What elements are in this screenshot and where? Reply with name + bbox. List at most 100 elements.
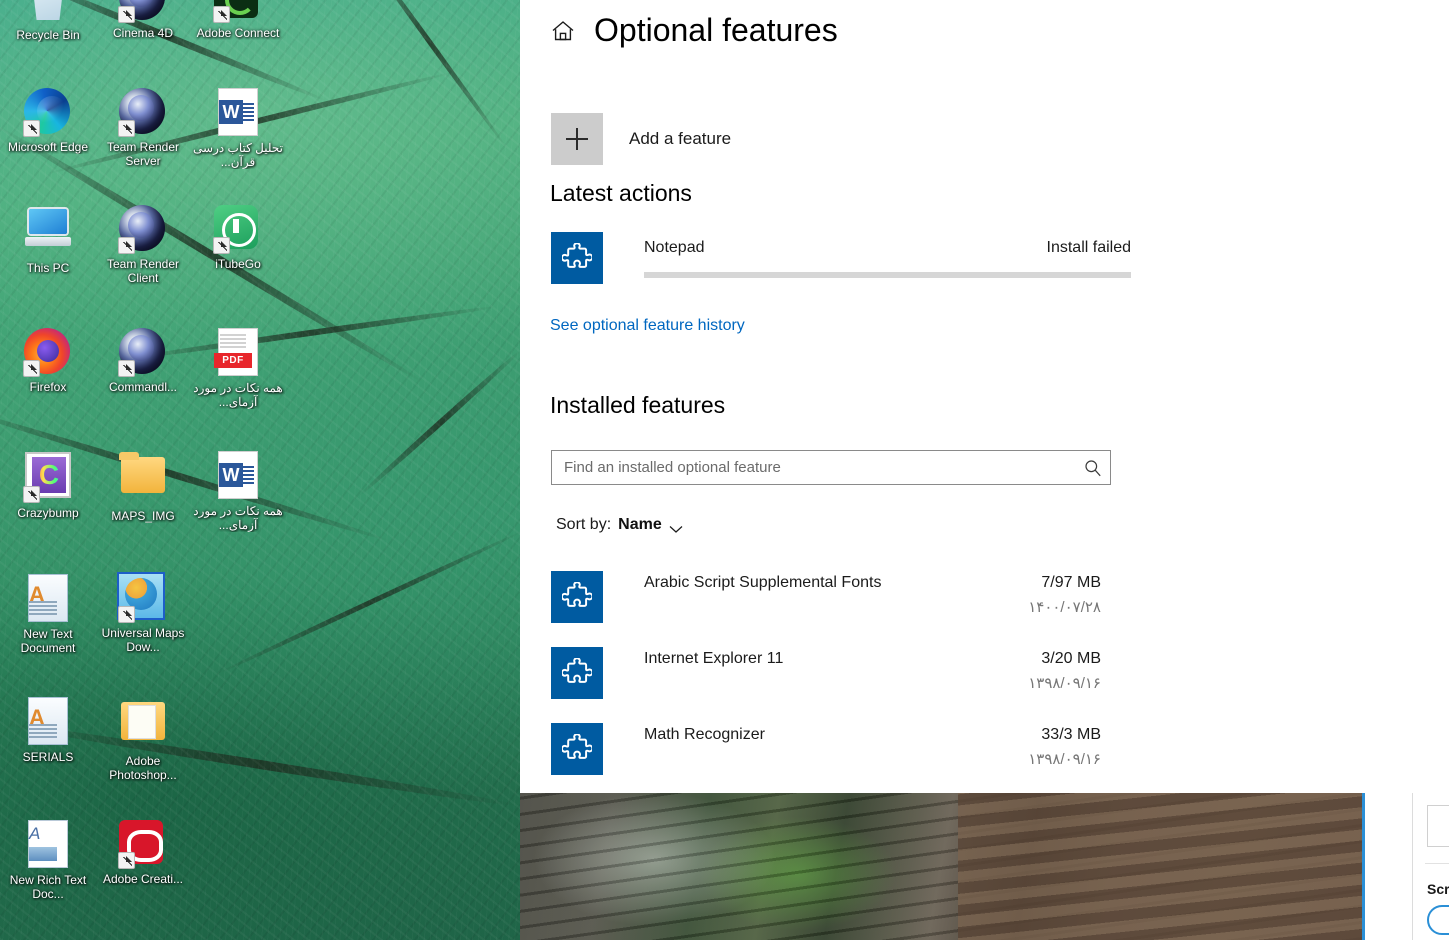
desktop-icon-label: همه نکات در مورد آزمای... bbox=[193, 381, 283, 409]
text-document-icon bbox=[24, 698, 72, 746]
desktop-icon-label: تحلیل کتاب درسی قرآن... bbox=[193, 141, 283, 169]
feature-name: Internet Explorer 11 bbox=[644, 650, 784, 667]
sort-by-label: Sort by: bbox=[556, 516, 612, 533]
installed-features-heading: Installed features bbox=[550, 392, 726, 418]
latest-action-status: Install failed bbox=[1046, 239, 1132, 256]
see-optional-feature-history-link[interactable]: See optional feature history bbox=[550, 317, 745, 335]
desktop-icon-adobe-connect[interactable]: Adobe Connect bbox=[190, 0, 286, 40]
panel-section-label: Scr bbox=[1427, 881, 1449, 897]
desktop-icon-label: Universal Maps Dow... bbox=[101, 626, 185, 654]
add-a-feature-button[interactable]: Add a feature bbox=[551, 113, 731, 165]
puzzle-piece-icon bbox=[551, 232, 603, 284]
itubego-icon bbox=[213, 205, 262, 254]
page-header: Optional features bbox=[550, 12, 838, 49]
desktop-icon-maps-img[interactable]: MAPS_IMG bbox=[95, 451, 191, 523]
puzzle-piece-glyph bbox=[562, 243, 592, 268]
desktop-icon-label: Cinema 4D bbox=[112, 26, 174, 40]
sort-by-control[interactable]: Sort by: Name bbox=[556, 516, 683, 534]
desktop-icon-team-render-server[interactable]: Team Render Server bbox=[95, 88, 191, 168]
desktop-icon-recycle-bin[interactable]: Recycle Bin bbox=[0, 0, 96, 42]
desktop-icon-label: Crazybump bbox=[17, 506, 79, 520]
desktop-icon-label: This PC bbox=[26, 261, 70, 275]
desktop-icon-this-pc[interactable]: This PC bbox=[0, 205, 96, 275]
screen: ⤓ Scr Recycle Bin Cinema 4D Adobe Connec… bbox=[0, 0, 1449, 940]
puzzle-piece-glyph bbox=[562, 734, 592, 759]
desktop-icon-notes-word-doc[interactable]: همه نکات در مورد آزمای... bbox=[190, 451, 286, 532]
puzzle-piece-icon bbox=[551, 723, 603, 775]
desktop-icon-label: Commandl... bbox=[108, 380, 178, 394]
adobe-connect-icon bbox=[213, 0, 262, 23]
microsoft-edge-icon bbox=[23, 88, 72, 137]
puzzle-piece-icon bbox=[551, 571, 603, 623]
shortcut-overlay-icon bbox=[213, 237, 230, 254]
pdf-document-icon bbox=[214, 329, 262, 377]
desktop-icon-serials[interactable]: SERIALS bbox=[0, 697, 96, 764]
desktop-icon-notes-pdf[interactable]: همه نکات در مورد آزمای... bbox=[190, 328, 286, 409]
recycle-bin-icon bbox=[24, 0, 72, 24]
page-title: Optional features bbox=[594, 12, 838, 48]
desktop-icon-label: Adobe Creati... bbox=[102, 872, 184, 886]
crazybump-icon bbox=[23, 454, 72, 503]
desktop-icon-label: Recycle Bin bbox=[16, 28, 80, 42]
desktop-icon-label: Microsoft Edge bbox=[7, 140, 89, 154]
desktop-icon-team-render-client[interactable]: Team Render Client bbox=[95, 205, 191, 285]
search-icon[interactable] bbox=[1076, 451, 1110, 484]
feature-install-date: ۱۳۹۸/۰۹/۱۶ bbox=[1028, 751, 1101, 768]
desktop-icon-label: Adobe Photoshop... bbox=[109, 754, 177, 782]
word-document-icon bbox=[214, 452, 262, 500]
background-window-blank-column bbox=[1365, 793, 1412, 940]
desktop-icon-label: SERIALS bbox=[22, 750, 74, 764]
list-item[interactable]: Arabic Script Supplemental Fonts 7/97 MB… bbox=[551, 565, 1111, 641]
shortcut-overlay-icon bbox=[23, 486, 40, 503]
download-icon[interactable]: ⤓ bbox=[1427, 805, 1449, 847]
search-input[interactable] bbox=[552, 451, 1076, 484]
shortcut-overlay-icon bbox=[118, 852, 135, 869]
desktop-icon-new-rich-text-document[interactable]: New Rich Text Doc... bbox=[0, 820, 96, 901]
feature-name: Math Recognizer bbox=[644, 726, 765, 743]
list-item[interactable]: Math Recognizer 33/3 MB ۱۳۹۸/۰۹/۱۶ bbox=[551, 717, 1111, 793]
desktop-icon-label: همه نکات در مورد آزمای... bbox=[193, 504, 283, 532]
puzzle-piece-icon bbox=[551, 647, 603, 699]
panel-toggle[interactable] bbox=[1427, 905, 1449, 935]
this-pc-icon bbox=[24, 209, 72, 257]
search-box[interactable] bbox=[551, 450, 1111, 485]
list-item[interactable]: Internet Explorer 11 3/20 MB ۱۳۹۸/۰۹/۱۶ bbox=[551, 641, 1111, 717]
desktop-icon-crazybump[interactable]: Crazybump bbox=[0, 451, 96, 520]
shortcut-overlay-icon bbox=[118, 120, 135, 137]
cinema4d-icon bbox=[118, 0, 167, 23]
feature-name: Arabic Script Supplemental Fonts bbox=[644, 574, 882, 591]
desktop-icon-microsoft-edge[interactable]: Microsoft Edge bbox=[0, 88, 96, 154]
desktop-icon-label: Team Render Client bbox=[106, 257, 180, 285]
chevron-down-icon[interactable] bbox=[669, 521, 683, 533]
shortcut-overlay-icon bbox=[23, 360, 40, 377]
feature-size: 33/3 MB bbox=[1041, 726, 1101, 743]
feature-size: 3/20 MB bbox=[1041, 650, 1101, 667]
word-document-icon bbox=[214, 89, 262, 137]
desktop-icon-new-text-document[interactable]: New Text Document bbox=[0, 574, 96, 655]
desktop-icon-label: New Text Document bbox=[20, 627, 76, 655]
shortcut-overlay-icon bbox=[213, 6, 230, 23]
desktop-icon-itubego[interactable]: iTubeGo bbox=[190, 205, 286, 271]
desktop-icon-label: MAPS_IMG bbox=[111, 509, 175, 523]
folder-icon bbox=[119, 457, 167, 505]
desktop-icon-label: New Rich Text Doc... bbox=[9, 873, 87, 901]
desktop-icon-quran-word-doc[interactable]: تحلیل کتاب درسی قرآن... bbox=[190, 88, 286, 169]
install-progress-bar bbox=[644, 272, 1131, 278]
desktop-icon-cinema-4d[interactable]: Cinema 4D bbox=[95, 0, 191, 40]
installed-features-list: Arabic Script Supplemental Fonts 7/97 MB… bbox=[551, 565, 1111, 793]
panel-divider bbox=[1425, 863, 1449, 864]
desktop-icon-firefox[interactable]: Firefox bbox=[0, 328, 96, 394]
cinema4d-icon bbox=[118, 328, 167, 377]
desktop-icon-label: iTubeGo bbox=[215, 257, 261, 271]
desktop-icon-label: Firefox bbox=[29, 380, 67, 394]
desktop-icon-label: Adobe Connect bbox=[196, 26, 280, 40]
desktop-icon-universal-maps-downloader[interactable]: Universal Maps Dow... bbox=[95, 574, 191, 654]
shortcut-overlay-icon bbox=[23, 120, 40, 137]
home-icon[interactable] bbox=[550, 18, 576, 44]
shortcut-overlay-icon bbox=[118, 237, 135, 254]
shortcut-overlay-icon bbox=[118, 606, 135, 623]
desktop-icon-commandline[interactable]: Commandl... bbox=[95, 328, 191, 394]
desktop-icon-adobe-creative-cloud[interactable]: Adobe Creati... bbox=[95, 820, 191, 886]
background-right-panel: ⤓ Scr bbox=[1412, 793, 1449, 940]
desktop-icon-adobe-photoshop-folder[interactable]: Adobe Photoshop... bbox=[95, 697, 191, 782]
